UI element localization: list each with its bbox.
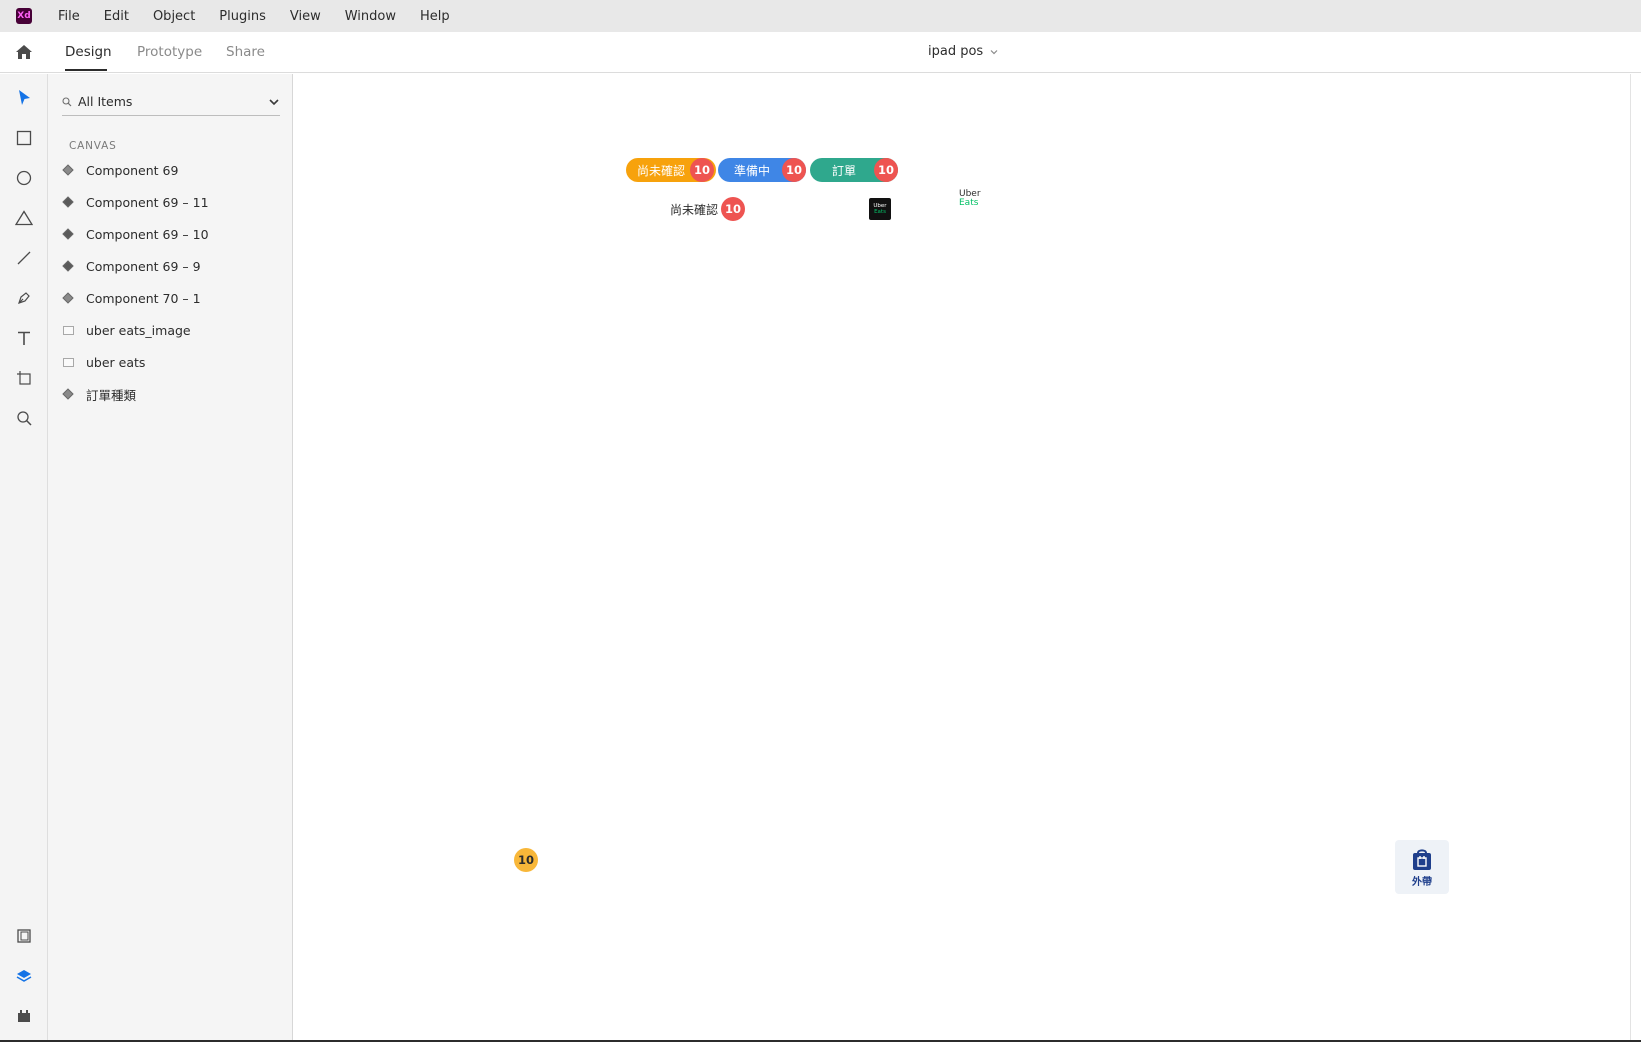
tab-share[interactable]: Share: [226, 44, 265, 60]
count-badge: 10: [874, 158, 898, 182]
count-badge: 10: [721, 197, 745, 221]
component-icon: [62, 388, 74, 400]
layer-item-label: uber eats_image: [86, 322, 191, 338]
mode-bar: Design Prototype Share ipad pos: [0, 32, 1641, 73]
assets-icon[interactable]: [14, 926, 34, 946]
chevron-down-icon: [990, 49, 998, 54]
layer-item[interactable]: Component 69: [62, 157, 282, 183]
layers-filter-label: All Items: [78, 94, 133, 109]
layer-item-label: Component 70 – 1: [86, 290, 201, 306]
artboard-icon[interactable]: [14, 368, 34, 388]
layers-filter[interactable]: All Items: [62, 88, 280, 116]
ellipse-icon[interactable]: [14, 168, 34, 188]
menu-plugins[interactable]: Plugins: [219, 9, 266, 24]
layers-panel: All Items CANVAS Component 69 Component …: [48, 74, 293, 1042]
takeout-card[interactable]: 外帶: [1395, 840, 1449, 894]
layer-item-label: Component 69: [86, 162, 179, 178]
unconfirmed-label: 尚未確認: [670, 203, 719, 217]
count-badge: 10: [690, 158, 714, 182]
section-title-canvas: CANVAS: [69, 140, 117, 152]
layer-item-label: Component 69 – 10: [86, 226, 209, 242]
pen-icon[interactable]: [14, 288, 34, 308]
pill-label: 準備中: [733, 163, 770, 178]
layer-item[interactable]: Component 69 – 11: [62, 189, 282, 215]
layer-item[interactable]: Component 69 – 10: [62, 221, 282, 247]
text-icon[interactable]: [14, 328, 34, 348]
chevron-down-icon[interactable]: [268, 96, 280, 108]
plugins-icon[interactable]: [14, 1006, 34, 1026]
tab-prototype[interactable]: Prototype: [137, 44, 202, 60]
layer-item-label: uber eats: [86, 354, 146, 370]
rectangle-icon[interactable]: [14, 128, 34, 148]
pill-label: 尚未確認: [636, 163, 685, 178]
design-canvas[interactable]: 尚未確認 10 準備中 10 訂單 10 尚未確認 10 Uber Eats U…: [294, 74, 1630, 1040]
component-icon: [62, 228, 74, 240]
takeout-label: 外帶: [1412, 876, 1432, 888]
layer-item-label: Component 69 – 11: [86, 194, 209, 210]
menu-view[interactable]: View: [290, 9, 321, 24]
count-badge-yellow[interactable]: 10: [514, 848, 538, 872]
menu-file[interactable]: File: [58, 9, 80, 24]
zoom-icon[interactable]: [14, 408, 34, 428]
home-icon[interactable]: [14, 42, 34, 62]
component-icon: [62, 260, 74, 272]
uber-eats-image[interactable]: Uber Eats: [869, 198, 891, 220]
menu-help[interactable]: Help: [420, 9, 450, 24]
component-icon: [62, 164, 74, 176]
uber-eats-logo[interactable]: Uber Eats: [959, 190, 981, 208]
select-icon[interactable]: [14, 88, 34, 108]
layer-item[interactable]: Component 69 – 9: [62, 253, 282, 279]
tab-design[interactable]: Design: [65, 44, 112, 60]
layer-item-label: 訂單種類: [86, 387, 137, 403]
menu-object[interactable]: Object: [153, 9, 195, 24]
component-icon: [62, 292, 74, 304]
uber-eats-logo-text: Eats: [959, 198, 979, 208]
polygon-icon[interactable]: [14, 208, 34, 228]
image-icon: [62, 356, 74, 368]
document-title[interactable]: ipad pos: [928, 44, 999, 59]
document-title-label: ipad pos: [928, 44, 984, 59]
layer-item[interactable]: uber eats: [62, 349, 282, 375]
search-icon: [62, 96, 72, 106]
layer-item[interactable]: 訂單種類: [62, 381, 282, 407]
layer-item[interactable]: uber eats_image: [62, 317, 282, 343]
menu-window[interactable]: Window: [345, 9, 396, 24]
xd-logo-icon: Xd: [16, 8, 32, 24]
component-icon: [62, 196, 74, 208]
layers-icon[interactable]: [14, 966, 34, 986]
active-tab-indicator: [65, 69, 107, 71]
image-icon: [62, 324, 74, 336]
menu-bar: Xd File Edit Object Plugins View Window …: [0, 0, 1641, 32]
tool-bar: [0, 74, 48, 1042]
layer-item[interactable]: Component 70 – 1: [62, 285, 282, 311]
menu-edit[interactable]: Edit: [104, 9, 129, 24]
pill-label: 訂單: [831, 163, 856, 178]
uber-eats-image-text: Eats: [874, 209, 886, 215]
line-icon[interactable]: [14, 248, 34, 268]
shopping-bag-icon: [1413, 848, 1431, 870]
layer-item-label: Component 69 – 9: [86, 258, 201, 274]
count-badge: 10: [782, 158, 806, 182]
vertical-scrollbar[interactable]: [1631, 74, 1641, 1040]
